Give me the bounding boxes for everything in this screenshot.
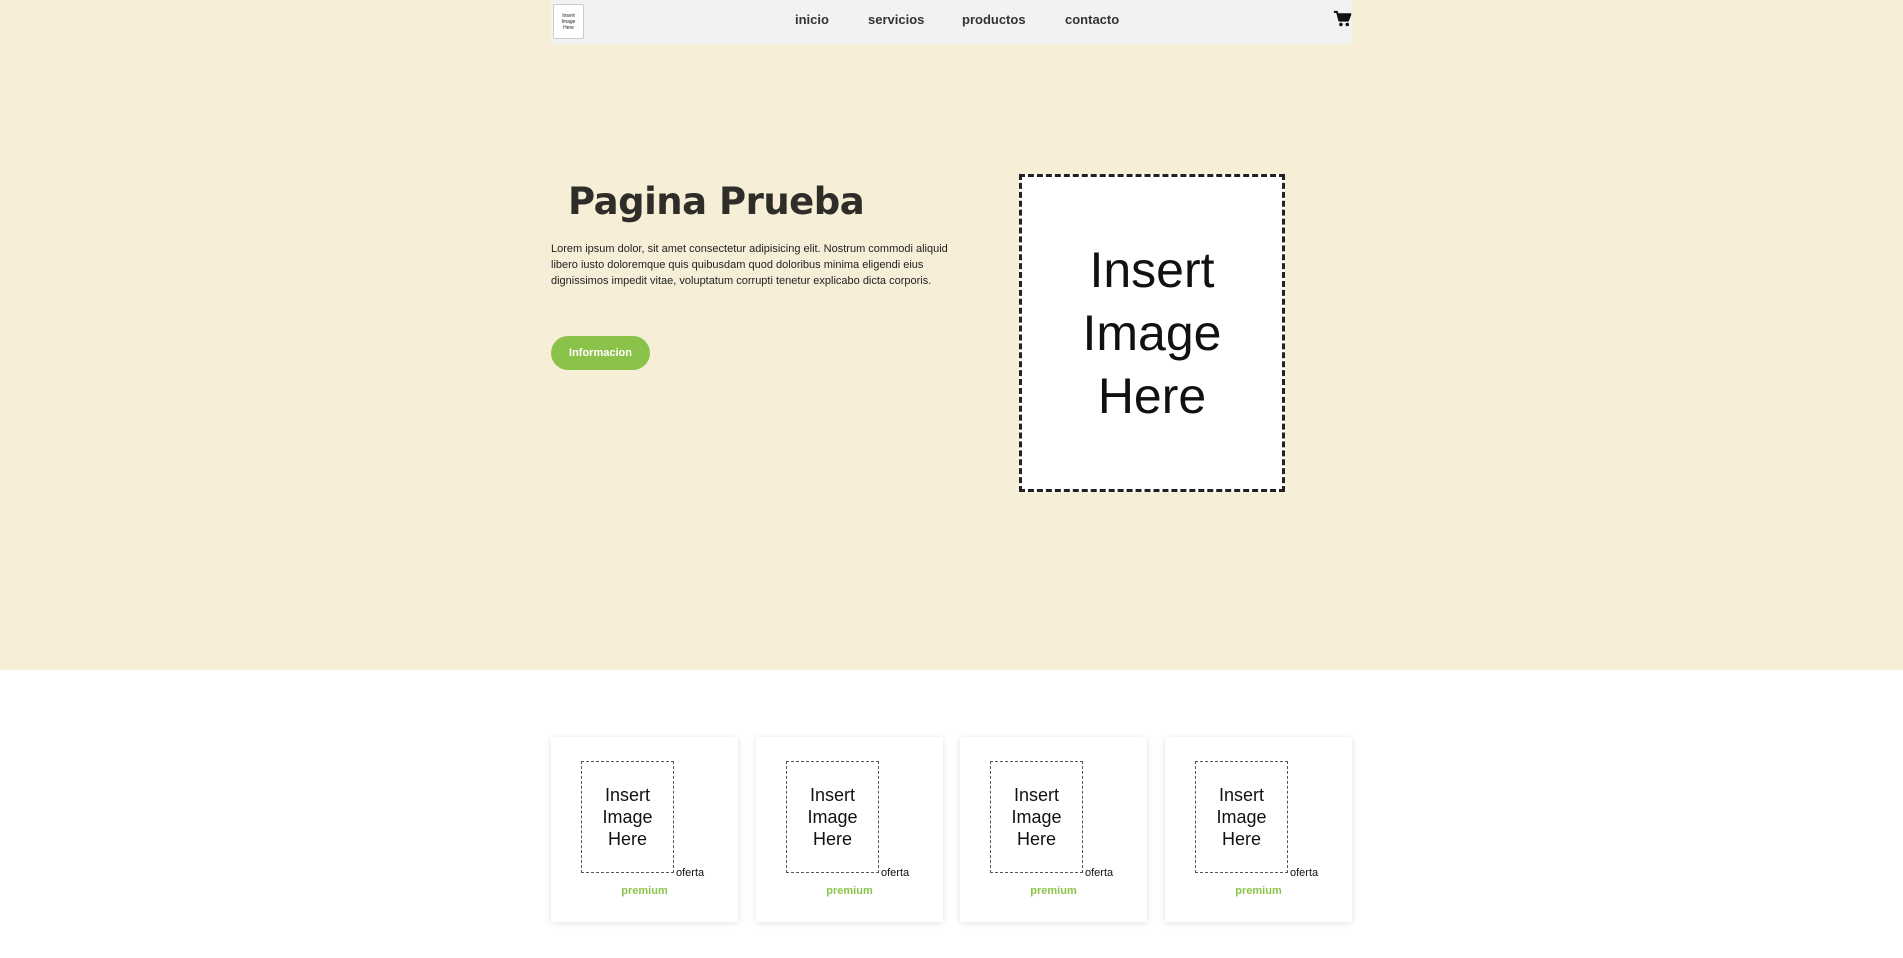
premium-label: premium xyxy=(826,885,873,897)
product-image-text: Insert Image Here xyxy=(1011,785,1062,849)
hero-image-placeholder: Insert Image Here xyxy=(1019,174,1285,492)
offer-label: oferta xyxy=(676,867,705,879)
nav-link-servicios[interactable]: servicios xyxy=(868,12,924,27)
nav-link-productos[interactable]: productos xyxy=(962,12,1026,27)
hero-section xyxy=(0,0,1903,670)
product-image-placeholder: Insert Image Here xyxy=(990,761,1083,873)
premium-label: premium xyxy=(621,885,668,897)
page-title: Pagina Prueba xyxy=(568,180,865,223)
hero-description: Lorem ipsum dolor, sit amet consectetur … xyxy=(551,243,948,287)
informacion-button[interactable]: Informacion xyxy=(551,336,650,370)
premium-label: premium xyxy=(1235,885,1282,897)
product-image-text: Insert Image Here xyxy=(602,785,653,849)
product-image-placeholder: Insert Image Here xyxy=(581,761,674,873)
product-card[interactable]: Insert Image Here oferta premium xyxy=(960,737,1147,922)
nav-link-contacto[interactable]: contacto xyxy=(1065,12,1119,27)
product-card[interactable]: Insert Image Here oferta premium xyxy=(1165,737,1352,922)
offer-label: oferta xyxy=(1290,867,1319,879)
product-image-text: Insert Image Here xyxy=(807,785,858,849)
offer-label: oferta xyxy=(1085,867,1114,879)
product-image-text: Insert Image Here xyxy=(1216,785,1267,849)
nav-link-inicio[interactable]: inicio xyxy=(795,12,829,27)
product-card[interactable]: Insert Image Here oferta premium xyxy=(551,737,738,922)
hero-image-text: Insert Image Here xyxy=(1082,241,1222,424)
product-image-placeholder: Insert Image Here xyxy=(786,761,879,873)
premium-label: premium xyxy=(1030,885,1077,897)
product-image-placeholder: Insert Image Here xyxy=(1195,761,1288,873)
product-card[interactable]: Insert Image Here oferta premium xyxy=(756,737,943,922)
main-nav: inicio servicios productos contacto xyxy=(0,12,1903,32)
offer-label: oferta xyxy=(881,867,910,879)
shopping-cart-icon[interactable] xyxy=(1333,10,1352,28)
